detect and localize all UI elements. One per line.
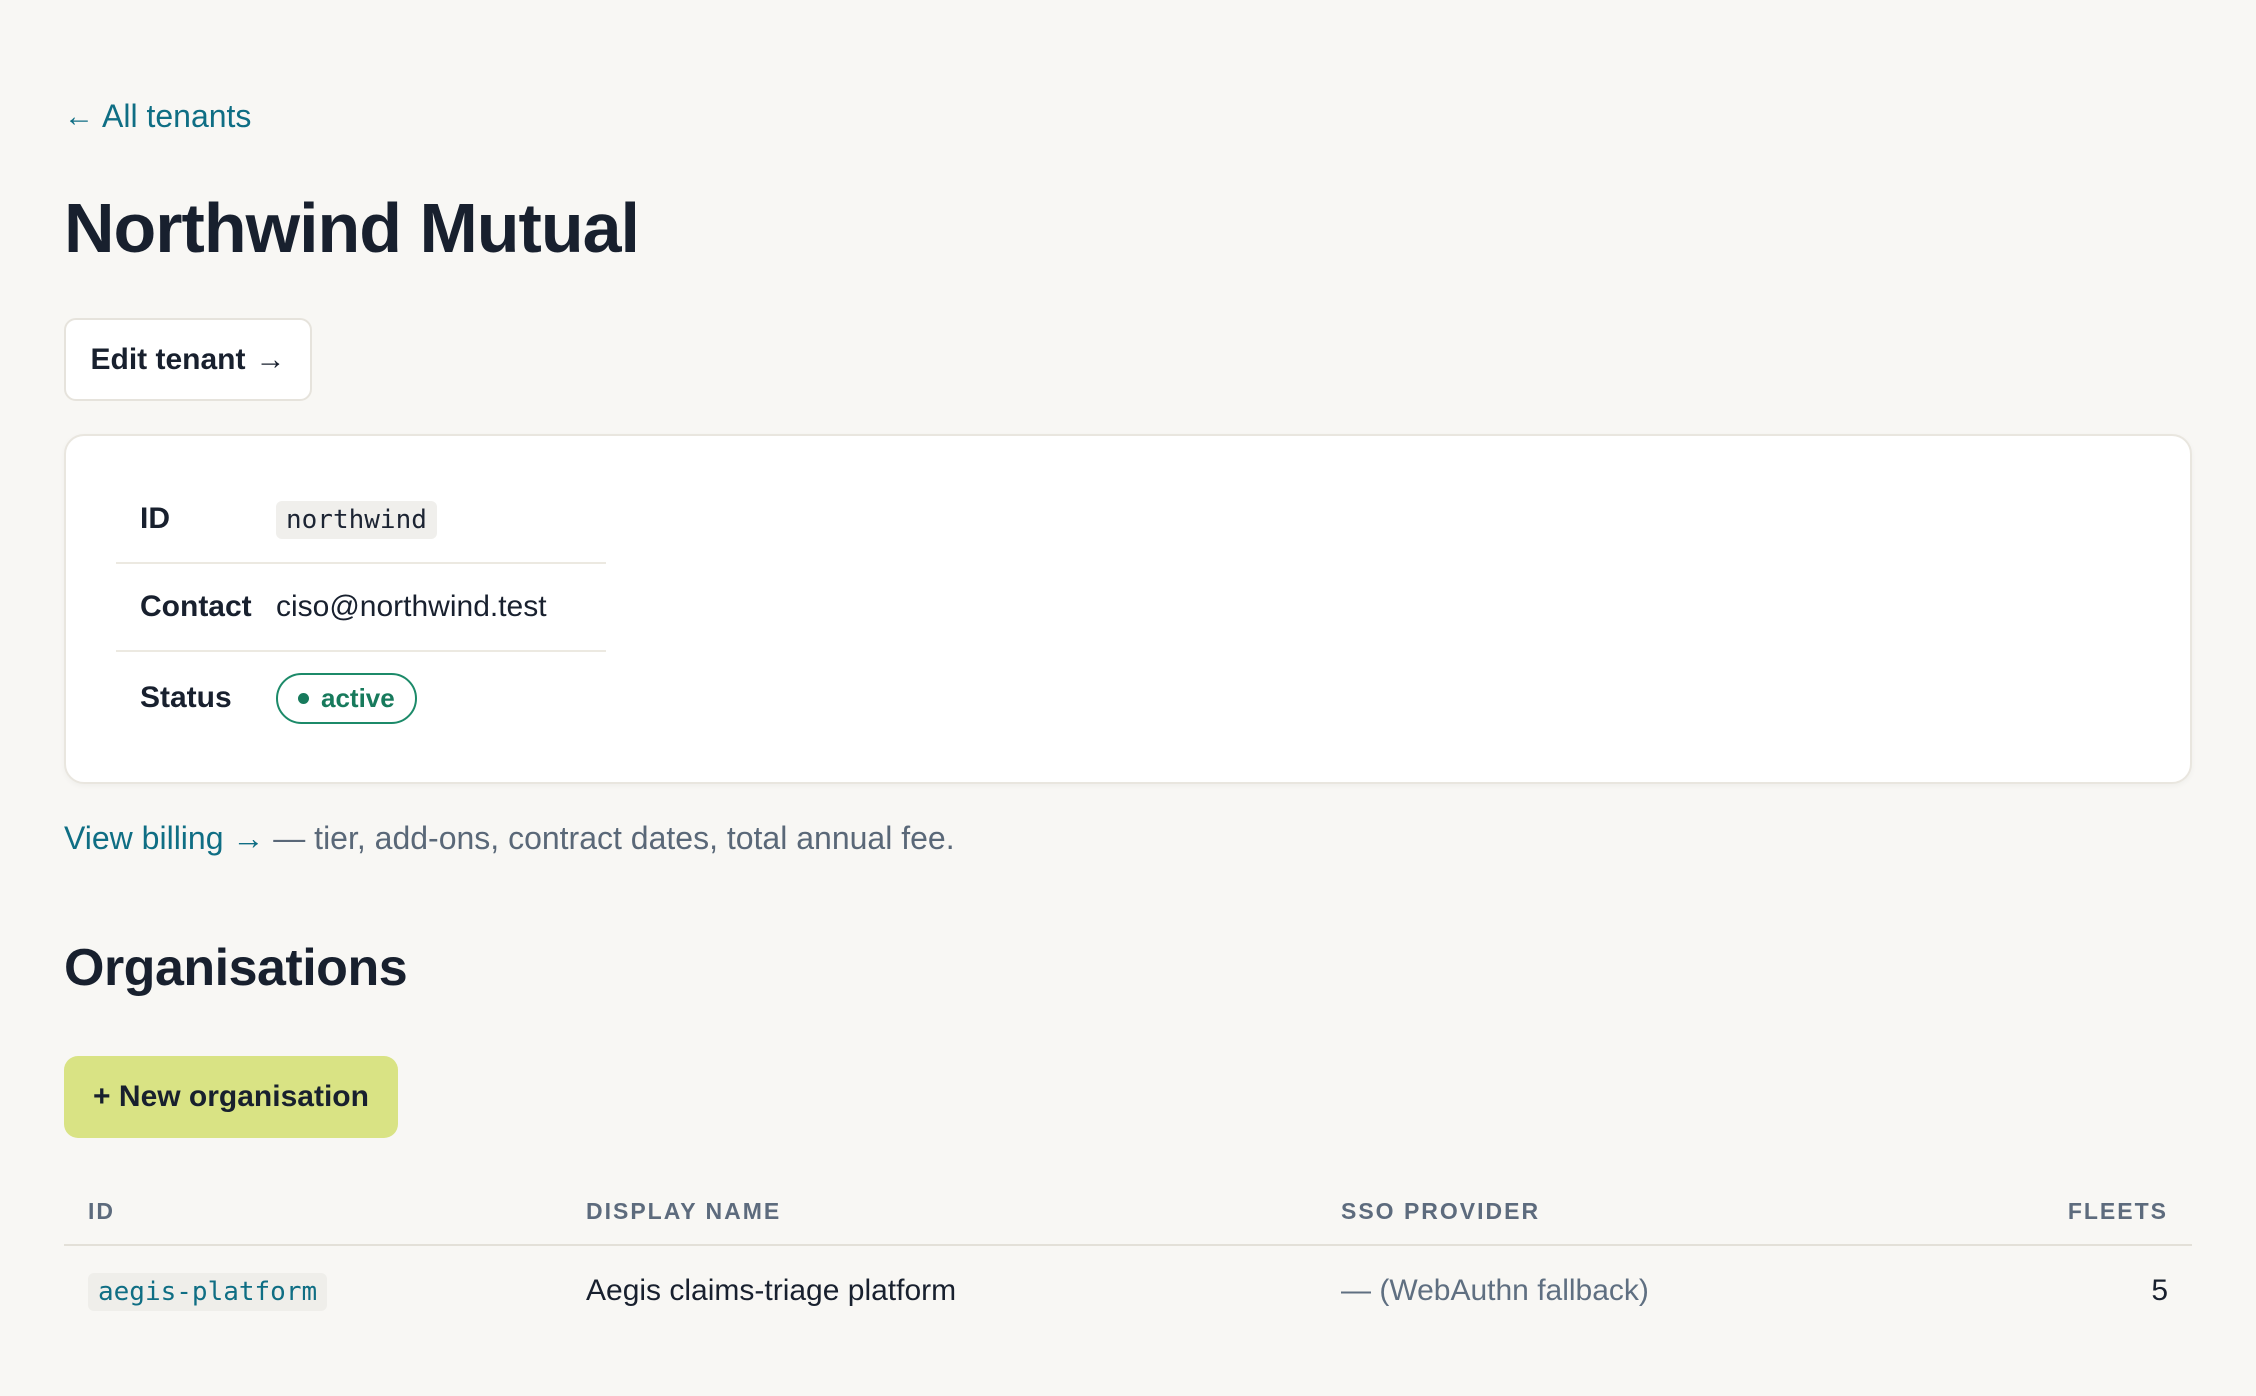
billing-line: View billing → — tier, add-ons, contract… bbox=[64, 820, 955, 857]
detail-key-status: Status bbox=[140, 681, 232, 714]
back-link-label: All tenants bbox=[102, 98, 252, 134]
column-header-fleets: FLEETS bbox=[2067, 1197, 2168, 1224]
column-header-display-name: DISPLAY NAME bbox=[586, 1197, 782, 1224]
detail-row-status: Status active bbox=[116, 652, 606, 744]
status-badge-label: active bbox=[321, 682, 395, 713]
billing-description: — tier, add-ons, contract dates, total a… bbox=[264, 820, 955, 856]
detail-key-id: ID bbox=[140, 502, 170, 535]
tenant-details-card: ID northwind Contact ciso@northwind.test… bbox=[64, 434, 2192, 784]
new-organisation-button[interactable]: + New organisation bbox=[64, 1056, 398, 1138]
status-badge: active bbox=[276, 672, 417, 724]
detail-key-contact: Contact bbox=[140, 590, 252, 623]
back-to-tenants-link[interactable]: ← All tenants bbox=[64, 98, 251, 135]
edit-tenant-button[interactable]: Edit tenant → bbox=[64, 318, 312, 401]
tenant-id-value: northwind bbox=[276, 501, 437, 539]
organisations-heading: Organisations bbox=[64, 939, 408, 997]
status-dot-icon bbox=[298, 692, 309, 704]
organisations-table: ID DISPLAY NAME SSO PROVIDER FLEETS aegi… bbox=[64, 1178, 2192, 1336]
view-billing-link[interactable]: View billing → bbox=[64, 820, 264, 856]
tenant-detail-page: ← All tenants Northwind Mutual Edit tena… bbox=[0, 0, 2256, 1396]
org-display-name: Aegis claims-triage platform bbox=[586, 1274, 957, 1307]
org-sso-provider: — (WebAuthn fallback) bbox=[1341, 1274, 1649, 1307]
arrow-left-icon: ← bbox=[64, 99, 94, 133]
table-row[interactable]: aegis-platform Aegis claims-triage platf… bbox=[64, 1246, 2192, 1336]
org-fleets-count: 5 bbox=[2151, 1274, 2168, 1307]
arrow-right-icon: → bbox=[255, 342, 286, 376]
table-header: ID DISPLAY NAME SSO PROVIDER FLEETS bbox=[64, 1178, 2192, 1246]
column-header-id: ID bbox=[88, 1197, 115, 1224]
detail-row-id: ID northwind bbox=[116, 476, 606, 564]
detail-row-contact: Contact ciso@northwind.test bbox=[116, 564, 606, 652]
page-title: Northwind Mutual bbox=[64, 189, 640, 267]
edit-tenant-label: Edit tenant bbox=[90, 342, 246, 376]
contact-value: ciso@northwind.test bbox=[276, 590, 547, 623]
org-id-link[interactable]: aegis-platform bbox=[88, 1273, 328, 1311]
column-header-sso-provider: SSO PROVIDER bbox=[1341, 1197, 1541, 1224]
details-list: ID northwind Contact ciso@northwind.test… bbox=[116, 476, 606, 744]
